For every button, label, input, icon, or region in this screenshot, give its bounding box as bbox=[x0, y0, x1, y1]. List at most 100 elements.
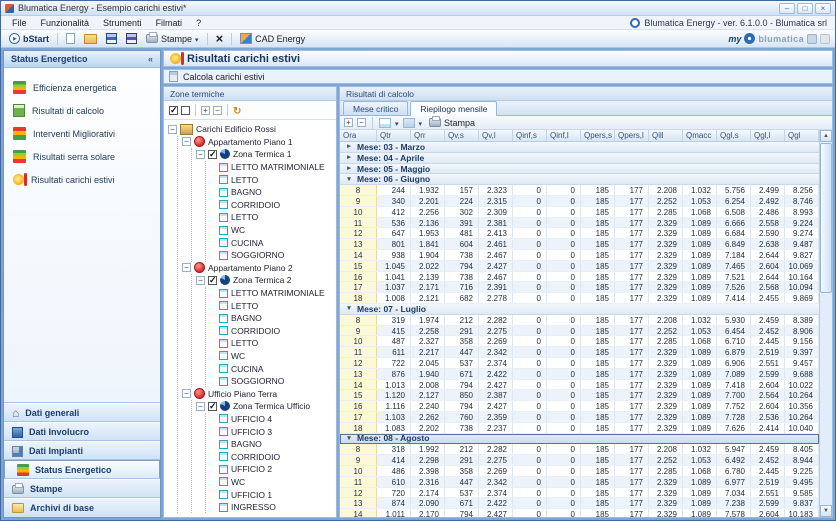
menu-item-item[interactable]: ? bbox=[189, 18, 208, 28]
data-row[interactable]: 116102.3164472.342001851772.3291.0896.97… bbox=[340, 477, 819, 488]
calcola-carichi-button[interactable]: Calcola carichi estivi bbox=[163, 69, 833, 84]
tree-node-zona-termica-1[interactable]: Zona Termica 1 bbox=[196, 148, 336, 161]
collapse-all-button[interactable] bbox=[213, 106, 222, 115]
data-row[interactable]: 104872.3273582.269001851772.2851.0686.71… bbox=[340, 336, 819, 347]
tree-node-letto-matrimoniale[interactable]: LETTO MATRIMONIALE bbox=[210, 161, 336, 174]
column-header-qgl[interactable]: Qgl bbox=[785, 130, 819, 141]
column-header-qpers-s[interactable]: Qpers,s bbox=[581, 130, 615, 141]
tree-node-ufficio-3[interactable]: UFFICIO 3 bbox=[210, 425, 336, 438]
tree-node-corridoio[interactable]: CORRIDOIO bbox=[210, 450, 336, 463]
tree-node-wc[interactable]: WC bbox=[210, 476, 336, 489]
expand-groups-button[interactable] bbox=[344, 118, 353, 127]
tree-node-letto-matrimoniale[interactable]: LETTO MATRIMONIALE bbox=[210, 287, 336, 300]
minimize-button[interactable] bbox=[779, 3, 795, 14]
menu-item-funzionalit[interactable]: Funzionalità bbox=[34, 18, 97, 28]
column-header-qill[interactable]: Qill bbox=[649, 130, 683, 141]
checkbox-checked-icon[interactable] bbox=[208, 150, 217, 159]
data-row[interactable]: 127202.1745372.374001851772.3291.0897.03… bbox=[340, 488, 819, 499]
tree-node-letto[interactable]: LETTO bbox=[210, 337, 336, 350]
color-dropdown-button[interactable] bbox=[379, 118, 391, 128]
tree-node-letto[interactable]: LETTO bbox=[210, 299, 336, 312]
data-row[interactable]: 115362.1363912.381001851772.3291.0896.66… bbox=[340, 218, 819, 229]
save-all-button[interactable] bbox=[123, 32, 140, 45]
vertical-scrollbar[interactable] bbox=[819, 130, 832, 517]
menu-item-strumenti[interactable]: Strumenti bbox=[96, 18, 149, 28]
tree-node-bagno[interactable]: BAGNO bbox=[210, 438, 336, 451]
tree-node-appartamento-piano-1[interactable]: Appartamento Piano 1 bbox=[182, 136, 336, 149]
maximize-button[interactable] bbox=[797, 3, 813, 14]
tab-mese-critico[interactable]: Mese critico bbox=[343, 101, 408, 115]
data-row[interactable]: 138011.8416042.461001851772.3291.0896.84… bbox=[340, 239, 819, 250]
month-group-row[interactable]: ▾Mese: 06 - Giugno bbox=[340, 174, 819, 185]
data-row[interactable]: 161.0412.1397382.467001851772.3291.0897.… bbox=[340, 272, 819, 283]
bstart-button[interactable]: bStart bbox=[6, 32, 52, 45]
scroll-up-button[interactable] bbox=[820, 130, 832, 142]
collapse-groups-button[interactable] bbox=[357, 118, 366, 127]
collapse-sidebar-button[interactable] bbox=[148, 54, 153, 64]
tree-node-zona-termica-ufficio[interactable]: Zona Termica Ufficio bbox=[196, 400, 336, 413]
data-row[interactable]: 149381.9047382.467001851772.3291.0897.18… bbox=[340, 250, 819, 261]
scrollbar-thumb[interactable] bbox=[820, 143, 832, 293]
collapse-node-icon[interactable] bbox=[196, 276, 205, 285]
collapse-node-icon[interactable] bbox=[182, 263, 191, 272]
sidebar-nav-dati-impianti[interactable]: Dati Impianti bbox=[4, 441, 160, 460]
checkbox-checked-icon[interactable] bbox=[208, 402, 217, 411]
month-group-row[interactable]: ▸Mese: 03 - Marzo bbox=[340, 142, 819, 153]
month-group-row[interactable]: ▾Mese: 07 - Luglio bbox=[340, 304, 819, 315]
data-row[interactable]: 83181.9922122.282001851772.2081.0325.947… bbox=[340, 444, 819, 455]
data-row[interactable]: 171.0372.1717162.391001851772.3291.0897.… bbox=[340, 282, 819, 293]
collapse-node-icon[interactable] bbox=[196, 150, 205, 159]
user-badge-icon[interactable] bbox=[807, 34, 817, 44]
expand-all-button[interactable] bbox=[201, 106, 210, 115]
sidebar-nav-status-energetico[interactable]: Status Energetico bbox=[4, 460, 160, 479]
data-row[interactable]: 138761.9406712.422001851772.3291.0897.08… bbox=[340, 369, 819, 380]
data-row[interactable]: 141.0112.1707942.427001851772.3291.0897.… bbox=[340, 509, 819, 517]
collapse-node-icon[interactable] bbox=[182, 137, 191, 146]
tree-node-bagno[interactable]: BAGNO bbox=[210, 312, 336, 325]
tree-node-wc[interactable]: WC bbox=[210, 224, 336, 237]
data-row[interactable]: 93402.2012242.315001851772.2521.0536.254… bbox=[340, 196, 819, 207]
tree-node-wc[interactable]: WC bbox=[210, 350, 336, 363]
column-header-qgl-s[interactable]: Qgl,s bbox=[717, 130, 751, 141]
data-row[interactable]: 181.0082.1216822.278001851772.3291.0897.… bbox=[340, 293, 819, 304]
menu-item-filmati[interactable]: Filmati bbox=[149, 18, 190, 28]
column-header-qpers-l[interactable]: Qpers,l bbox=[615, 130, 649, 141]
column-header-qtr[interactable]: Qtr bbox=[377, 130, 411, 141]
sidebar-item-risultati-carichi-estivi[interactable]: Risultati carichi estivi bbox=[4, 168, 160, 191]
tree-node-zona-termica-2[interactable]: Zona Termica 2 bbox=[196, 274, 336, 287]
data-row[interactable]: 94142.2982912.275001851772.2521.0536.492… bbox=[340, 455, 819, 466]
tab-riepilogo-mensile[interactable]: Riepilogo mensile bbox=[410, 101, 497, 116]
collapse-node-icon[interactable] bbox=[196, 402, 205, 411]
tree-node-carichi-edificio-rossi[interactable]: Carichi Edificio Rossi bbox=[168, 123, 336, 136]
data-row[interactable]: 116112.2174472.342001851772.3291.0896.87… bbox=[340, 347, 819, 358]
cancel-tool-button[interactable] bbox=[213, 32, 227, 46]
data-row[interactable]: 126471.9534812.413001851772.3291.0896.68… bbox=[340, 228, 819, 239]
close-button[interactable] bbox=[815, 3, 831, 14]
data-row[interactable]: 82441.9321572.323001851772.2081.0325.756… bbox=[340, 185, 819, 196]
data-row[interactable]: 171.1032.2627602.359001851772.3291.0897.… bbox=[340, 412, 819, 423]
check-all-button[interactable] bbox=[169, 106, 178, 115]
tree-node-ingresso[interactable]: INGRESSO bbox=[210, 501, 336, 514]
view-dropdown-button[interactable] bbox=[403, 118, 415, 128]
sidebar-item-interventi-migliorativi[interactable]: Interventi Migliorativi bbox=[4, 122, 160, 145]
tree-node-ufficio-piano-terra[interactable]: Ufficio Piano Terra bbox=[182, 387, 336, 400]
column-header-qv-s[interactable]: Qv,s bbox=[445, 130, 479, 141]
collapse-node-icon[interactable] bbox=[182, 389, 191, 398]
sidebar-item-risultati-serra-solare[interactable]: Risultati serra solare bbox=[4, 145, 160, 168]
tree-node-letto[interactable]: LETTO bbox=[210, 173, 336, 186]
data-row[interactable]: 104122.2563022.309001851772.2851.0686.50… bbox=[340, 207, 819, 218]
data-row[interactable]: 127222.0455372.374001851772.3291.0896.90… bbox=[340, 358, 819, 369]
collapse-node-icon[interactable] bbox=[168, 125, 177, 134]
column-header-qrr[interactable]: Qrr bbox=[411, 130, 445, 141]
month-group-row[interactable]: ▸Mese: 04 - Aprile bbox=[340, 153, 819, 164]
column-header-ora[interactable]: Ora bbox=[340, 130, 377, 141]
data-row[interactable]: 83191.9742122.282001851772.2081.0325.930… bbox=[340, 315, 819, 326]
tree-node-soggiorno[interactable]: SOGGIORNO bbox=[210, 375, 336, 388]
data-row[interactable]: 151.1202.1278502.387001851772.3291.0897.… bbox=[340, 390, 819, 401]
tree-node-ufficio-1[interactable]: UFFICIO 1 bbox=[210, 488, 336, 501]
tree-node-ufficio-2[interactable]: UFFICIO 2 bbox=[210, 463, 336, 476]
uncheck-all-button[interactable] bbox=[181, 106, 190, 115]
checkbox-checked-icon[interactable] bbox=[208, 276, 217, 285]
tree-node-letto[interactable]: LETTO bbox=[210, 211, 336, 224]
data-row[interactable]: 151.0452.0227942.427001851772.3291.0897.… bbox=[340, 261, 819, 272]
